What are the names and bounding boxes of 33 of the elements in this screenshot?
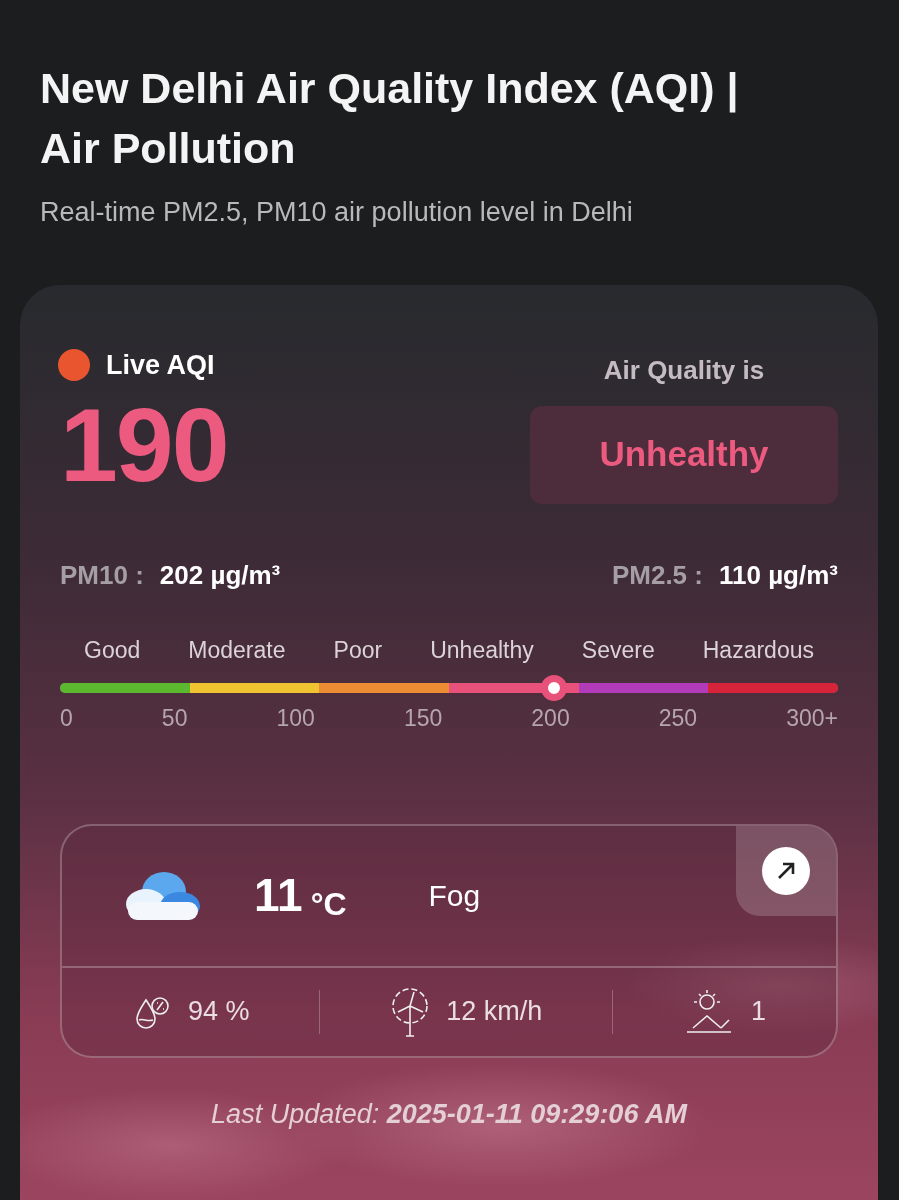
air-quality-label: Air Quality is [602, 353, 766, 387]
status-badge: Unhealthy [530, 405, 838, 504]
open-details-button[interactable] [736, 825, 836, 916]
weather-stat-value: 94 % [187, 995, 250, 1029]
scale-tick: 250 [658, 704, 698, 733]
weather-stat-value: 12 km/h [446, 995, 543, 1029]
scale-tick: 0 [60, 704, 73, 733]
last-updated-text: Last Updated: 2025-01-11 09:29:06 AM [210, 1097, 689, 1131]
pm-value: 110 µg/m³ [718, 558, 838, 592]
category-label: Hazardous [701, 635, 815, 665]
category-label: Unhealthy [429, 635, 535, 665]
scale-tick: 150 [403, 704, 443, 733]
wind-turbine-icon [390, 985, 431, 1038]
live-label: Live AQI [106, 348, 215, 382]
category-label: Good [83, 635, 142, 665]
category-label: Poor [332, 635, 384, 665]
weather-stat-value: 1 [751, 995, 767, 1029]
aqi-value: 190 [60, 393, 228, 497]
scale-tick: 50 [161, 704, 188, 733]
scale-tick: 300+ [786, 704, 838, 733]
pm-label: PM10 : [60, 558, 144, 592]
category-label: Moderate [187, 635, 287, 665]
scale-tick: 200 [531, 704, 570, 733]
page-title: New Delhi Air Quality Index (AQI) | Air Pollution [40, 63, 740, 174]
scale-tick: 100 [276, 704, 315, 733]
pm-label: PM2.5 : [611, 558, 703, 592]
category-label: Severe [580, 635, 656, 665]
temperature: 11 [254, 868, 303, 923]
page-subtitle: Real-time PM2.5, PM10 air pollution level in Delhi [40, 196, 634, 229]
live-dot-icon [58, 348, 90, 381]
weather-condition: Fog [428, 878, 481, 914]
temperature-unit: °C [310, 884, 347, 924]
pm-value: 202 µg/m³ [159, 558, 281, 592]
